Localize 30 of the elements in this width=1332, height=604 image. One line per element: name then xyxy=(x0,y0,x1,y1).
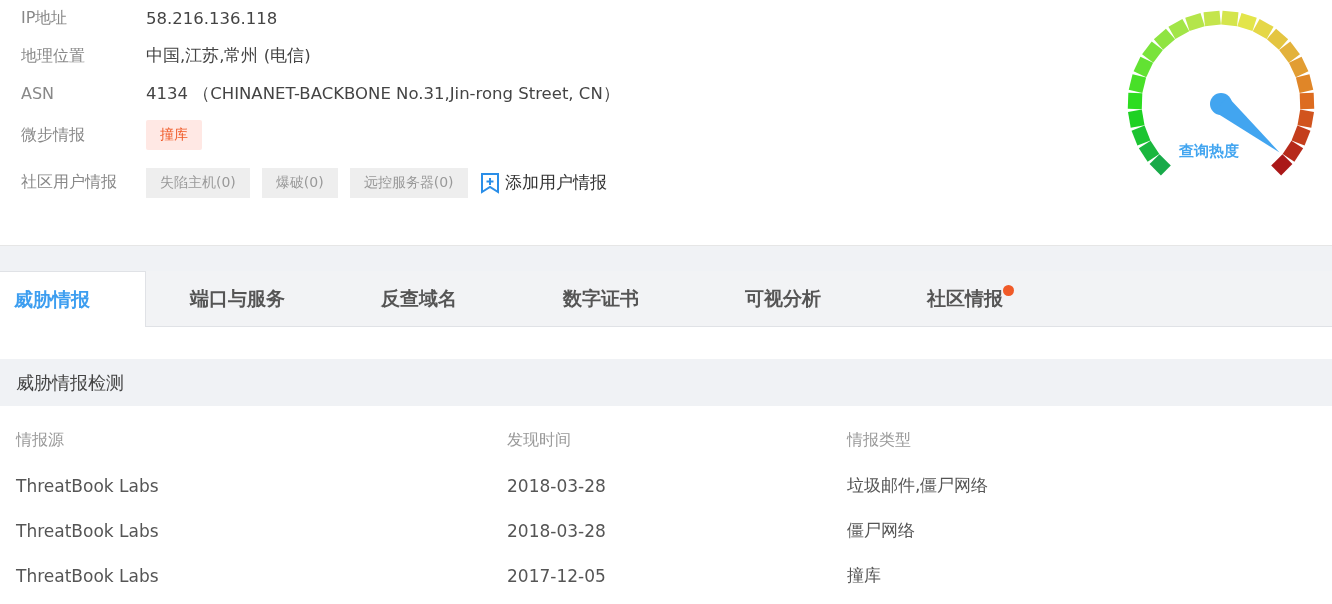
table-cell-text: 2018-03-28 xyxy=(507,475,607,496)
field-label: 社区用户情报 xyxy=(21,172,118,193)
table-cell: 僵尸网络 xyxy=(847,519,915,542)
column-header: 发现时间 xyxy=(507,430,572,451)
table-cell-text: ThreatBook Labs xyxy=(16,565,160,586)
tab[interactable]: 反查域名 xyxy=(328,271,510,326)
tab[interactable]: 社区情报 xyxy=(874,271,1056,326)
column-header: 情报类型 xyxy=(847,430,911,451)
threat-tag: 撞库 xyxy=(146,120,202,150)
field-value: 4134 （CHINANET-BACKBONE No.31,Jin-rong Street, CN） xyxy=(146,82,620,105)
table-cell-text: 2018-03-28 xyxy=(507,520,607,541)
field-value: 中国,江苏,常州 (电信) xyxy=(146,45,311,68)
field-label: 微步情报 xyxy=(21,124,86,146)
section-header: 威胁情报检测 xyxy=(0,359,1332,406)
column-header: 情报源 xyxy=(16,430,65,451)
tab[interactable]: 数字证书 xyxy=(510,271,692,326)
table-cell: 垃圾邮件,僵尸网络 xyxy=(847,474,989,497)
gauge-label: 查询热度 xyxy=(1179,142,1239,161)
field-value: 58.216.136.118 xyxy=(146,9,278,29)
bookmark-plus-icon xyxy=(479,171,500,194)
field-label: ASN xyxy=(21,84,56,104)
field-label: 地理位置 xyxy=(21,45,86,67)
table-cell: 撞库 xyxy=(847,564,881,587)
table-cell-text: ThreatBook Labs xyxy=(16,520,160,541)
tab[interactable]: 端口与服务 xyxy=(146,271,328,326)
tab[interactable]: 可视分析 xyxy=(692,271,874,326)
field-label: IP地址 xyxy=(21,8,69,30)
table-cell-text: ThreatBook Labs xyxy=(16,475,160,496)
add-intel-link[interactable]: 添加用户情报 xyxy=(479,171,607,194)
table-cell-text: 2017-12-05 xyxy=(507,565,607,586)
